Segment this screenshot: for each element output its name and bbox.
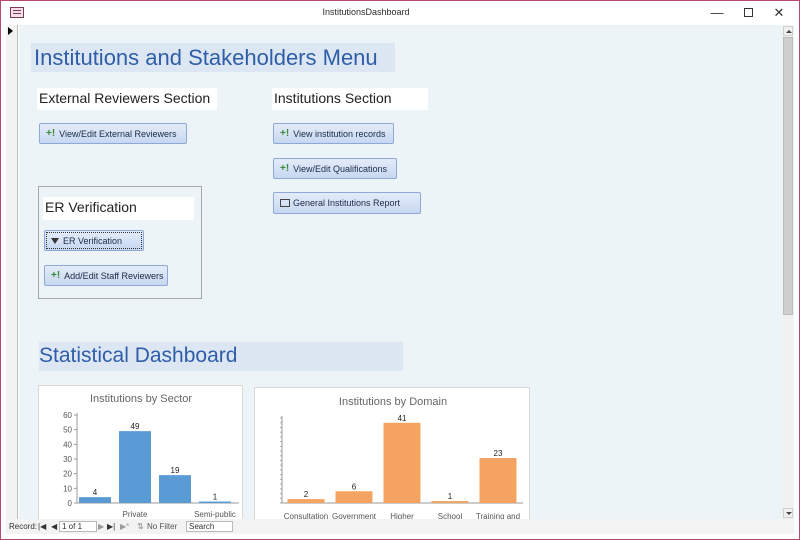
sector-chart: Institutions by Sector 0 10 20 30 40 50 60 4 49 Pr… bbox=[38, 385, 243, 519]
bar bbox=[479, 458, 517, 503]
add-record-icon: +! bbox=[280, 128, 290, 139]
add-record-icon: +! bbox=[280, 163, 290, 174]
scroll-down-button[interactable] bbox=[783, 508, 793, 518]
er-verification-button-label: ER Verification bbox=[63, 235, 123, 246]
app-window: InstitutionsDashboard — ✕ Institutions a… bbox=[0, 0, 800, 540]
category-label: Semi-public bbox=[194, 510, 236, 519]
close-button[interactable]: ✕ bbox=[768, 4, 790, 22]
data-label: 2 bbox=[304, 490, 309, 499]
view-external-reviewers-label: View/Edit External Reviewers bbox=[59, 128, 177, 139]
filter-icon bbox=[51, 237, 59, 244]
dashboard-title: Statistical Dashboard bbox=[39, 342, 403, 371]
bar bbox=[119, 431, 151, 503]
filter-status-icon: ⇅ bbox=[137, 522, 144, 531]
y-tick-label: 40 bbox=[63, 440, 72, 449]
record-number-input[interactable]: 1 of 1 bbox=[59, 521, 97, 532]
data-label: 19 bbox=[171, 466, 180, 475]
category-label: School bbox=[438, 512, 463, 519]
y-tick-label: 0 bbox=[68, 499, 73, 508]
y-tick-label: 10 bbox=[63, 484, 72, 493]
institutions-section-label: Institutions Section bbox=[272, 88, 428, 110]
filter-status[interactable]: No Filter bbox=[147, 522, 177, 531]
report-icon bbox=[280, 199, 290, 207]
window-title: InstitutionsDashboard bbox=[322, 7, 410, 17]
bar bbox=[159, 475, 191, 503]
add-record-icon: +! bbox=[46, 128, 56, 139]
data-label: 41 bbox=[398, 414, 407, 423]
domain-chart: Institutions by Domain 2 Consultation 6 Gove… bbox=[254, 387, 530, 519]
view-external-reviewers-button[interactable]: +! View/Edit External Reviewers bbox=[39, 123, 187, 144]
category-label: Higher bbox=[390, 512, 414, 519]
title-bar: InstitutionsDashboard — ✕ bbox=[1, 1, 799, 25]
category-label: Government bbox=[332, 512, 377, 519]
sector-chart-svg: Institutions by Sector 0 10 20 30 40 50 60 4 49 Pr… bbox=[63, 393, 239, 519]
bar bbox=[335, 491, 373, 503]
data-label: 6 bbox=[352, 482, 357, 491]
last-record-button[interactable]: ▶| bbox=[107, 522, 115, 531]
add-record-icon: +! bbox=[51, 270, 61, 281]
new-record-button[interactable]: ▶* bbox=[120, 522, 129, 531]
er-verification-button[interactable]: ER Verification bbox=[44, 230, 144, 251]
bar bbox=[383, 422, 421, 503]
er-verification-label: ER Verification bbox=[43, 197, 194, 220]
external-reviewers-section-label: External Reviewers Section bbox=[37, 88, 217, 110]
form-body: Institutions and Stakeholders Menu Exter… bbox=[19, 25, 782, 519]
current-record-icon bbox=[8, 27, 13, 35]
record-selector[interactable] bbox=[6, 25, 18, 519]
y-tick-label: 30 bbox=[63, 455, 72, 464]
general-institutions-report-button[interactable]: General Institutions Report bbox=[273, 192, 421, 214]
vertical-scrollbar[interactable] bbox=[782, 25, 794, 519]
record-label: Record: bbox=[9, 522, 38, 531]
navigation-bar: Record: |◀ ◀ 1 of 1 ▶ ▶| ▶* ⇅ No Filter … bbox=[6, 519, 794, 534]
scroll-thumb[interactable] bbox=[783, 37, 793, 315]
maximize-icon bbox=[743, 8, 753, 17]
view-qualifications-label: View/Edit Qualifications bbox=[293, 163, 388, 174]
domain-chart-svg: Institutions by Domain 2 Consultation 6 Gove… bbox=[280, 396, 523, 519]
data-label: 1 bbox=[213, 493, 218, 502]
data-label: 1 bbox=[448, 492, 453, 501]
y-tick-label: 50 bbox=[63, 426, 72, 435]
bar bbox=[79, 497, 111, 503]
y-tick-label: 20 bbox=[63, 470, 72, 479]
bar bbox=[199, 501, 231, 503]
previous-record-button[interactable]: ◀ bbox=[51, 522, 57, 531]
add-staff-reviewers-label: Add/Edit Staff Reviewers bbox=[64, 270, 164, 281]
bar bbox=[431, 501, 469, 503]
add-staff-reviewers-button[interactable]: +! Add/Edit Staff Reviewers bbox=[44, 265, 168, 286]
maximize-button[interactable] bbox=[737, 4, 759, 22]
general-report-label: General Institutions Report bbox=[293, 198, 401, 208]
data-label: 4 bbox=[93, 488, 98, 497]
chart-title: Institutions by Sector bbox=[90, 393, 192, 405]
view-institution-records-button[interactable]: +! View institution records bbox=[273, 123, 394, 144]
first-record-button[interactable]: |◀ bbox=[38, 522, 46, 531]
minimize-button[interactable]: — bbox=[706, 4, 728, 22]
view-qualifications-button[interactable]: +! View/Edit Qualifications bbox=[273, 158, 397, 179]
scroll-up-button[interactable] bbox=[783, 26, 793, 36]
data-label: 23 bbox=[494, 449, 503, 458]
bar bbox=[287, 499, 325, 503]
menu-title: Institutions and Stakeholders Menu bbox=[31, 43, 395, 72]
view-institution-records-label: View institution records bbox=[293, 128, 386, 139]
category-label: Consultation bbox=[284, 512, 328, 519]
chart-title: Institutions by Domain bbox=[339, 396, 447, 408]
category-label: Training and bbox=[476, 512, 520, 519]
next-record-button[interactable]: ▶ bbox=[98, 522, 104, 531]
category-label: Private bbox=[123, 510, 148, 519]
data-label: 49 bbox=[131, 422, 140, 431]
search-input[interactable]: Search bbox=[186, 521, 233, 532]
y-tick-label: 60 bbox=[63, 411, 72, 420]
